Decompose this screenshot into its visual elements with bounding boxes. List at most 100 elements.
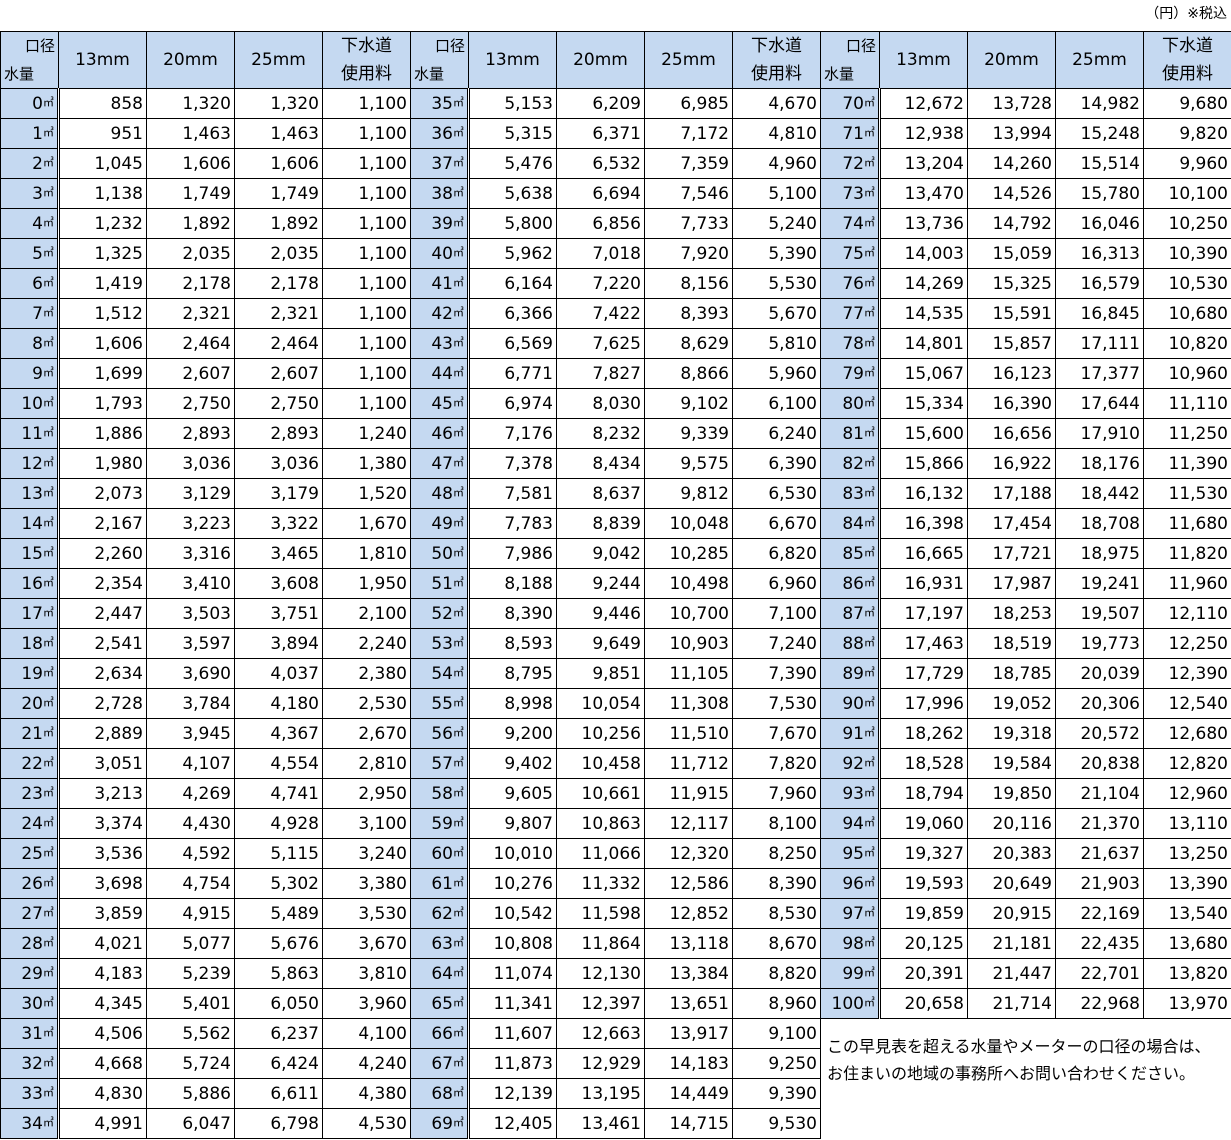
cubic-meter-unit: ㎥ bbox=[453, 125, 464, 139]
sewer-fee: 3,240 bbox=[322, 838, 411, 869]
price-25mm: 1,749 bbox=[234, 178, 323, 209]
price-13mm: 14,535 bbox=[879, 298, 968, 329]
table-row: 23㎥ 3,213 4,269 4,741 2,950 58㎥ 9,605 10,661 11,… bbox=[0, 778, 1231, 809]
price-25mm: 8,393 bbox=[644, 298, 733, 329]
price-13mm: 16,665 bbox=[879, 538, 968, 569]
sewer-fee: 9,250 bbox=[732, 1048, 821, 1079]
price-13mm: 9,807 bbox=[468, 808, 557, 839]
price-13mm: 8,188 bbox=[468, 568, 557, 599]
volume-cell: 25㎥ bbox=[0, 838, 60, 869]
cubic-meter-unit: ㎥ bbox=[864, 245, 875, 259]
cubic-meter-unit: ㎥ bbox=[864, 305, 875, 319]
price-25mm: 5,489 bbox=[234, 898, 323, 929]
price-25mm: 11,510 bbox=[644, 718, 733, 749]
price-25mm: 15,248 bbox=[1055, 118, 1144, 149]
volume-cell: 62㎥ bbox=[410, 898, 470, 929]
sewer-fee: 9,530 bbox=[732, 1108, 821, 1139]
price-25mm: 3,608 bbox=[234, 568, 323, 599]
header-20mm: 20mm bbox=[146, 31, 235, 89]
price-20mm: 8,434 bbox=[556, 448, 645, 479]
sewer-fee: 13,820 bbox=[1143, 958, 1231, 989]
sewer-fee: 5,960 bbox=[732, 358, 821, 389]
price-20mm: 17,987 bbox=[967, 568, 1056, 599]
volume-cell: 26㎥ bbox=[0, 868, 60, 899]
volume-cell: 67㎥ bbox=[410, 1048, 470, 1079]
price-13mm: 14,269 bbox=[879, 268, 968, 299]
cubic-meter-unit: ㎥ bbox=[453, 1055, 464, 1069]
price-20mm: 3,690 bbox=[146, 658, 235, 689]
table-row: 26㎥ 3,698 4,754 5,302 3,380 61㎥ 10,276 11,332 12… bbox=[0, 868, 1231, 899]
volume-cell: 85㎥ bbox=[820, 538, 881, 569]
volume-cell: 83㎥ bbox=[820, 478, 881, 509]
price-13mm: 4,668 bbox=[58, 1048, 147, 1079]
volume-cell: 82㎥ bbox=[820, 448, 881, 479]
table-row: 19㎥ 2,634 3,690 4,037 2,380 54㎥ 8,795 9,851 11,1… bbox=[0, 658, 1231, 689]
volume-cell: 19㎥ bbox=[0, 658, 60, 689]
sewer-fee: 12,110 bbox=[1143, 598, 1231, 629]
volume-cell: 34㎥ bbox=[0, 1108, 60, 1139]
table-row: 8㎥ 1,606 2,464 2,464 1,100 43㎥ 6,569 7,625 8,629… bbox=[0, 328, 1231, 359]
cubic-meter-unit: ㎥ bbox=[43, 335, 54, 349]
cubic-meter-unit: ㎥ bbox=[43, 845, 54, 859]
volume-cell: 38㎥ bbox=[410, 178, 470, 209]
cubic-meter-unit: ㎥ bbox=[43, 365, 54, 379]
volume-cell: 68㎥ bbox=[410, 1078, 470, 1109]
price-13mm: 16,931 bbox=[879, 568, 968, 599]
price-13mm: 8,593 bbox=[468, 628, 557, 659]
sewer-fee: 5,530 bbox=[732, 268, 821, 299]
header-sewer-fee: 下水道 使用料 bbox=[1143, 31, 1231, 89]
volume-cell: 51㎥ bbox=[410, 568, 470, 599]
price-13mm: 5,476 bbox=[468, 148, 557, 179]
cubic-meter-unit: ㎥ bbox=[43, 755, 54, 769]
price-13mm: 18,262 bbox=[879, 718, 968, 749]
volume-cell: 49㎥ bbox=[410, 508, 470, 539]
price-13mm: 10,276 bbox=[468, 868, 557, 899]
price-20mm: 6,694 bbox=[556, 178, 645, 209]
sewer-line-2: 使用料 bbox=[341, 64, 392, 84]
price-25mm: 13,917 bbox=[644, 1018, 733, 1049]
volume-cell: 42㎥ bbox=[410, 298, 470, 329]
volume-cell: 24㎥ bbox=[0, 808, 60, 839]
sewer-fee: 1,810 bbox=[322, 538, 411, 569]
price-20mm: 8,637 bbox=[556, 478, 645, 509]
volume-cell: 3㎥ bbox=[0, 178, 60, 209]
price-25mm: 3,036 bbox=[234, 448, 323, 479]
sewer-fee: 8,960 bbox=[732, 988, 821, 1019]
price-20mm: 3,036 bbox=[146, 448, 235, 479]
cubic-meter-unit: ㎥ bbox=[43, 905, 54, 919]
table-row: 21㎥ 2,889 3,945 4,367 2,670 56㎥ 9,200 10,256 11,… bbox=[0, 718, 1231, 749]
price-25mm: 16,579 bbox=[1055, 268, 1144, 299]
table-row: 1㎥ 951 1,463 1,463 1,100 36㎥ 5,315 6,371 7,172 4,… bbox=[0, 118, 1231, 149]
cubic-meter-unit: ㎥ bbox=[453, 1085, 464, 1099]
sewer-fee: 6,240 bbox=[732, 418, 821, 449]
table-row: 12㎥ 1,980 3,036 3,036 1,380 47㎥ 7,378 8,434 9,57… bbox=[0, 448, 1231, 479]
price-25mm: 9,575 bbox=[644, 448, 733, 479]
header-13mm: 13mm bbox=[879, 31, 968, 89]
table-row: 7㎥ 1,512 2,321 2,321 1,100 42㎥ 6,366 7,422 8,393… bbox=[0, 298, 1231, 329]
price-20mm: 12,929 bbox=[556, 1048, 645, 1079]
table-row: 27㎥ 3,859 4,915 5,489 3,530 62㎥ 10,542 11,598 12… bbox=[0, 898, 1231, 929]
price-20mm: 5,239 bbox=[146, 958, 235, 989]
volume-cell: 64㎥ bbox=[410, 958, 470, 989]
cubic-meter-unit: ㎥ bbox=[43, 665, 54, 679]
cubic-meter-unit: ㎥ bbox=[864, 335, 875, 349]
price-13mm: 18,794 bbox=[879, 778, 968, 809]
header-13mm: 13mm bbox=[468, 31, 557, 89]
table-row: 15㎥ 2,260 3,316 3,465 1,810 50㎥ 7,986 9,042 10,2… bbox=[0, 538, 1231, 569]
volume-cell: 8㎥ bbox=[0, 328, 60, 359]
sewer-fee: 10,960 bbox=[1143, 358, 1231, 389]
sewer-fee: 10,100 bbox=[1143, 178, 1231, 209]
sewer-line-2: 使用料 bbox=[751, 64, 802, 84]
price-20mm: 19,052 bbox=[967, 688, 1056, 719]
price-20mm: 7,625 bbox=[556, 328, 645, 359]
price-13mm: 4,506 bbox=[58, 1018, 147, 1049]
price-20mm: 10,054 bbox=[556, 688, 645, 719]
cubic-meter-unit: ㎥ bbox=[453, 935, 464, 949]
volume-cell: 17㎥ bbox=[0, 598, 60, 629]
sewer-fee: 1,100 bbox=[322, 208, 411, 239]
sewer-fee: 3,380 bbox=[322, 868, 411, 899]
water-rate-table: 口径 水量 13mm 20mm 25mm 下水道 使用料 口径 水量 13mm 20mm 25mm 下水… bbox=[0, 31, 1231, 1139]
volume-cell: 58㎥ bbox=[410, 778, 470, 809]
price-13mm: 1,045 bbox=[58, 148, 147, 179]
price-20mm: 15,591 bbox=[967, 298, 1056, 329]
